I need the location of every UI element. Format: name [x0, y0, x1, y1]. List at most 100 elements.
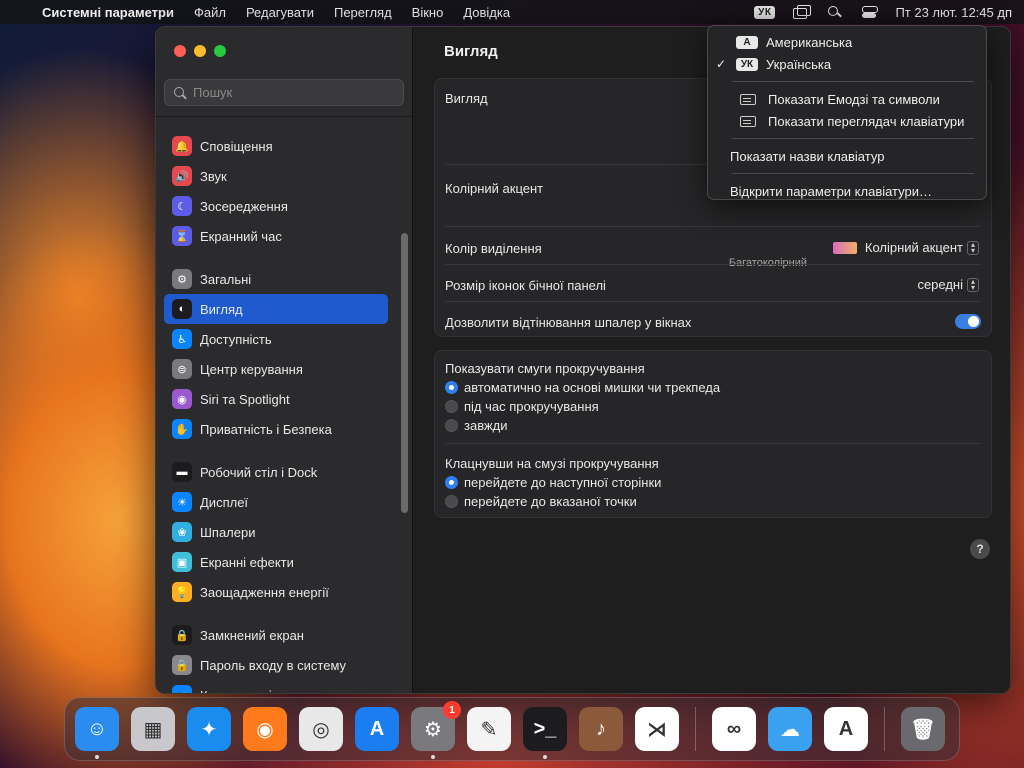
accent-caption: Багатоколірний	[728, 257, 807, 269]
radio-button[interactable]	[445, 476, 458, 489]
scrollbars-panel: Показувати смуги прокручування автоматич…	[434, 350, 992, 518]
menubar-clock[interactable]: Пт 23 лют. 12:45 дп	[895, 5, 1012, 20]
sidebar-item-dock[interactable]: ▬ Робочий стіл і Dock	[164, 457, 388, 487]
input-source-menu[interactable]: УК	[754, 5, 776, 19]
appearance-icon: ◐	[172, 299, 192, 319]
sidebar-item-bell[interactable]: 🔔 Сповіщення	[164, 131, 388, 161]
dock-chrome-icon[interactable]: ◎	[299, 707, 343, 751]
radio-button[interactable]	[445, 419, 458, 432]
menu-window[interactable]: Вікно	[412, 5, 444, 20]
app-menu[interactable]: Системні параметри	[42, 5, 174, 20]
highlight-color-popup[interactable]: Колірний акцент ▴ ▾	[832, 240, 979, 255]
window-controls	[174, 45, 226, 57]
sidebar-item-accessibility[interactable]: ♿ Доступність	[164, 324, 388, 354]
sidebar-item-speaker[interactable]: 🔊 Звук	[164, 161, 388, 191]
input-source-label: Українська	[766, 56, 832, 72]
show-scrollbars-option[interactable]: під час прокручування	[445, 399, 599, 414]
keyboard-icon	[740, 115, 756, 127]
wallpaper-tinting-toggle[interactable]	[955, 314, 981, 329]
dock-system-settings-icon[interactable]: ⚙ 1	[411, 701, 461, 759]
menu-item-show-keyboard-names[interactable]: Показати назви клавіатур	[708, 145, 986, 167]
menu-bar: Системні параметри Файл Редагувати Перег…	[0, 0, 1024, 24]
sidebar-item-label: Пароль входу в систему	[200, 657, 347, 673]
show-scrollbars-option[interactable]: завжди	[445, 418, 508, 433]
sidebar-item-label: Звук	[200, 168, 227, 184]
menu-item-show-emoji[interactable]: Показати Емодзі та символи	[708, 88, 986, 110]
dock-textedit-icon[interactable]: ✎	[467, 707, 511, 751]
sidebar-item-label: Зосередження	[200, 198, 288, 214]
dock-weather-icon[interactable]: ☁	[768, 707, 812, 751]
sidebar-scrollbar[interactable]	[401, 233, 408, 513]
sidebar-item-moon[interactable]: ☾ Зосередження	[164, 191, 388, 221]
click-scrollbar-option[interactable]: перейдете до наступної сторінки	[445, 475, 661, 490]
menu-item-input-source[interactable]: A Американська	[708, 31, 986, 53]
dock-terminal-icon[interactable]: >_	[523, 707, 567, 759]
show-scrollbars-option[interactable]: автоматично на основі мишки чи трекпеда	[445, 380, 720, 395]
menu-view[interactable]: Перегляд	[334, 5, 392, 20]
emoji-viewer-icon	[740, 93, 756, 105]
dock-visual-studio-icon[interactable]: ∞	[712, 707, 756, 751]
radio-button[interactable]	[445, 495, 458, 508]
search-field[interactable]	[164, 79, 404, 106]
input-source-badge: УК	[736, 57, 758, 71]
menu-edit[interactable]: Редагувати	[246, 5, 314, 20]
row-divider	[445, 264, 981, 265]
radio-button[interactable]	[445, 381, 458, 394]
sidebar-item-hourglass[interactable]: ⌛ Екранний час	[164, 221, 388, 251]
sidebar: 🔔 Сповіщення 🔊 Звук ☾ Зосередження ⌛ Екранний ч…	[156, 27, 413, 693]
sidebar-item-users[interactable]: 👥 Користувачі та групи	[164, 680, 388, 694]
zoom-button[interactable]	[214, 45, 226, 57]
click-scrollbar-option[interactable]: перейдете до вказаної точки	[445, 494, 637, 509]
hand-icon: ✋	[172, 419, 192, 439]
sidebar-list: 🔔 Сповіщення 🔊 Звук ☾ Зосередження ⌛ Екранний ч…	[164, 131, 388, 694]
search-input[interactable]	[193, 85, 393, 100]
menu-separator	[732, 81, 974, 82]
sidebar-item-label: Користувачі та групи	[200, 688, 325, 694]
sidebar-item-appearance[interactable]: ◐ Вигляд	[164, 294, 388, 324]
radio-button[interactable]	[445, 400, 458, 413]
control-center-icon: ⊜	[172, 359, 192, 379]
dock-launchpad-icon[interactable]: ▦	[131, 707, 175, 751]
menu-help[interactable]: Довідка	[463, 5, 510, 20]
row-divider	[445, 301, 981, 302]
menu-file[interactable]: Файл	[194, 5, 226, 20]
accessibility-icon: ♿	[172, 329, 192, 349]
sidebar-item-label: Вигляд	[200, 301, 243, 317]
sidebar-item-hand[interactable]: ✋ Приватність і Безпека	[164, 414, 388, 444]
sun-icon: ☀	[172, 492, 192, 512]
dock-finder-icon[interactable]: ☺	[75, 707, 119, 759]
close-button[interactable]	[174, 45, 186, 57]
menu-item-show-keyboard-viewer[interactable]: Показати переглядач клавіатури	[708, 110, 986, 132]
dock-xcode-instruments-icon[interactable]: A	[824, 707, 868, 751]
dock-firefox-icon[interactable]: ◉	[243, 707, 287, 751]
sidebar-item-siri[interactable]: ◉ Siri та Spotlight	[164, 384, 388, 414]
sidebar-item-label: Доступність	[200, 331, 272, 347]
sidebar-item-flower[interactable]: ❀ Шпалери	[164, 517, 388, 547]
siri-icon: ◉	[172, 389, 192, 409]
control-center-icon[interactable]	[861, 5, 879, 19]
dock-trash-icon[interactable]: 🗑	[901, 707, 945, 751]
menu-item-input-source[interactable]: ✓ УК Українська	[708, 53, 986, 75]
minimize-button[interactable]	[194, 45, 206, 57]
dock-app-store-icon[interactable]: A	[355, 707, 399, 751]
menu-item-open-keyboard-settings[interactable]: Відкрити параметри клавіатури…	[708, 180, 986, 202]
sidebar-item-control-center[interactable]: ⊜ Центр керування	[164, 354, 388, 384]
page-title: Вигляд	[444, 43, 498, 60]
dock-garageband-icon[interactable]: ♪	[579, 707, 623, 751]
sidebar-item-gear[interactable]: ⚙ Загальні	[164, 264, 388, 294]
dock-safari-icon[interactable]: ✦	[187, 707, 231, 751]
radio-label: під час прокручування	[464, 399, 599, 414]
sidebar-item-lock[interactable]: 🔒 Пароль входу в систему	[164, 650, 388, 680]
menu-separator	[732, 173, 974, 174]
sidebar-icon-size-label: Розмір іконок бічної панелі	[445, 278, 606, 293]
sidebar-item-bulb[interactable]: 💡 Заощадження енергії	[164, 577, 388, 607]
sidebar-item-sun[interactable]: ☀ Дисплеї	[164, 487, 388, 517]
sidebar-item-screensaver[interactable]: ▣ Екранні ефекти	[164, 547, 388, 577]
dock-vscode-icon[interactable]: ⋊	[635, 707, 679, 751]
help-button[interactable]: ?	[970, 539, 990, 559]
sidebar-item-lock-screen[interactable]: 🔒 Замкнений екран	[164, 620, 388, 650]
screen-mirroring-icon[interactable]	[793, 5, 812, 19]
sidebar-icon-size-popup[interactable]: середні ▴ ▾	[917, 277, 979, 292]
spotlight-icon[interactable]	[827, 5, 843, 19]
